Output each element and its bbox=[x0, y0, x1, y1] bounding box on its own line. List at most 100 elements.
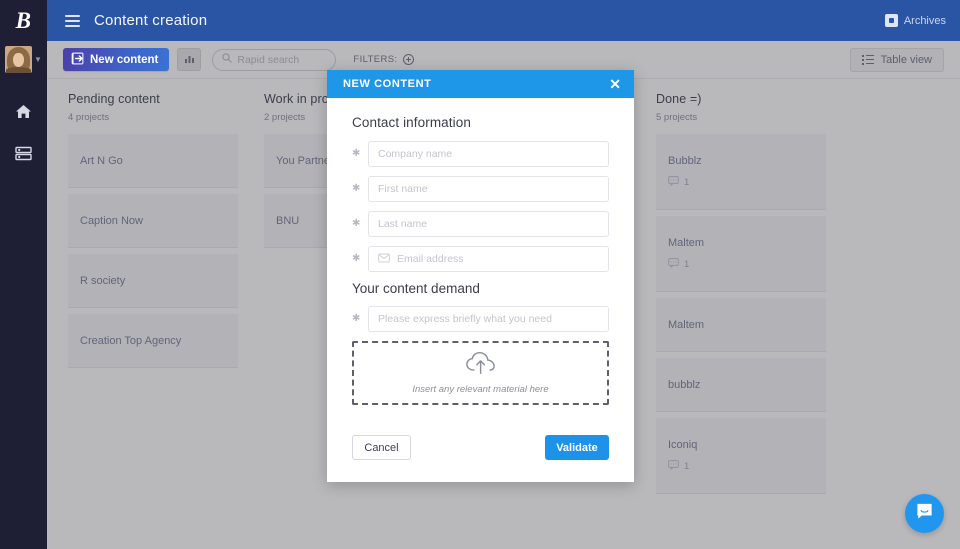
new-content-button[interactable]: New content bbox=[63, 48, 170, 71]
card-comment-count: 1 bbox=[668, 176, 814, 189]
field-row: ✱ Last name bbox=[352, 211, 609, 237]
hamburger-line bbox=[65, 14, 80, 17]
filters-label: FILTERS: bbox=[353, 54, 398, 65]
contact-fields: ✱ Company name ✱ First name ✱ Last name ✱ Email… bbox=[352, 141, 609, 272]
search-icon bbox=[222, 53, 233, 66]
modal-header: NEW CONTENT ✕ bbox=[327, 70, 634, 98]
board-column: Done =) 5 projects Bubblz 1 Maltem 1 Maltem bub… bbox=[635, 79, 831, 549]
search-input[interactable]: Rapid search bbox=[212, 48, 337, 71]
board-card[interactable]: Maltem 1 bbox=[656, 216, 826, 292]
home-icon bbox=[15, 104, 32, 119]
contact-section-title: Contact information bbox=[352, 115, 471, 130]
text-input[interactable]: Email address bbox=[368, 246, 609, 272]
required-marker: ✱ bbox=[352, 148, 361, 159]
field-row: ✱ Company name bbox=[352, 141, 609, 167]
comment-count-label: 1 bbox=[684, 259, 690, 270]
card-title: Maltem bbox=[668, 319, 705, 331]
input-placeholder: First name bbox=[378, 183, 428, 195]
modal-body: Contact information ✱ Company name ✱ First … bbox=[327, 98, 634, 411]
board-card[interactable]: Creation Top Agency bbox=[68, 314, 238, 368]
intercom-launcher[interactable] bbox=[905, 494, 944, 533]
chart-view-button[interactable] bbox=[177, 48, 202, 71]
new-content-label: New content bbox=[90, 53, 159, 66]
app-logo[interactable]: B bbox=[0, 6, 47, 36]
text-input[interactable]: Company name bbox=[368, 141, 609, 167]
close-icon[interactable]: ✕ bbox=[606, 75, 624, 93]
board-card[interactable]: Bubblz 1 bbox=[656, 134, 826, 210]
card-title: bubblz bbox=[668, 379, 701, 391]
required-marker: ✱ bbox=[352, 218, 361, 229]
demand-field-row: ✱ Please express briefly what you need bbox=[352, 306, 609, 332]
validate-button[interactable]: Validate bbox=[545, 435, 609, 460]
avatar[interactable] bbox=[5, 46, 33, 73]
demand-input[interactable]: Please express briefly what you need bbox=[368, 306, 609, 332]
dropzone-label: Insert any relevant material here bbox=[412, 384, 549, 395]
card-comment-count: 1 bbox=[668, 460, 814, 473]
board-card[interactable]: Caption Now bbox=[68, 194, 238, 248]
left-sidebar: B ▼ bbox=[0, 0, 47, 549]
cloud-upload-icon bbox=[465, 351, 497, 380]
column-count: 5 projects bbox=[656, 112, 698, 123]
column-count: 4 projects bbox=[68, 112, 110, 123]
chat-bubble-icon bbox=[915, 502, 934, 526]
chevron-down-icon[interactable]: ▼ bbox=[34, 55, 42, 64]
input-placeholder: Company name bbox=[378, 148, 453, 160]
demand-section-title: Your content demand bbox=[352, 281, 480, 296]
envelope-icon bbox=[378, 253, 390, 266]
file-dropzone[interactable]: Insert any relevant material here bbox=[352, 341, 609, 405]
list-view-icon bbox=[861, 54, 874, 65]
modal-title: NEW CONTENT bbox=[343, 78, 432, 90]
text-input[interactable]: First name bbox=[368, 176, 609, 202]
card-title: Maltem bbox=[668, 237, 705, 249]
card-title: Creation Top Agency bbox=[80, 335, 182, 347]
hamburger-line bbox=[65, 19, 80, 22]
card-list: Bubblz 1 Maltem 1 Maltem bubblz Iconiq 1 bbox=[656, 134, 831, 494]
bar-chart-icon bbox=[184, 51, 195, 69]
demand-placeholder: Please express briefly what you need bbox=[378, 313, 552, 325]
plus-circle-icon[interactable] bbox=[402, 54, 414, 65]
board-card[interactable]: Iconiq 1 bbox=[656, 418, 826, 494]
required-marker: ✱ bbox=[352, 313, 361, 324]
avatar-face bbox=[13, 53, 25, 67]
board-card[interactable]: bubblz bbox=[656, 358, 826, 412]
comment-icon bbox=[668, 258, 679, 271]
card-title: Caption Now bbox=[80, 215, 143, 227]
sidebar-item-home[interactable] bbox=[0, 101, 47, 121]
new-content-modal: NEW CONTENT ✕ Contact information ✱ Compa… bbox=[327, 70, 634, 482]
required-marker: ✱ bbox=[352, 253, 361, 264]
text-input[interactable]: Last name bbox=[368, 211, 609, 237]
column-title: Pending content bbox=[68, 92, 160, 106]
board-card[interactable]: R society bbox=[68, 254, 238, 308]
board-card[interactable]: Maltem bbox=[656, 298, 826, 352]
cancel-button[interactable]: Cancel bbox=[352, 435, 411, 460]
card-title: Iconiq bbox=[668, 439, 698, 451]
hamburger-icon[interactable] bbox=[65, 14, 80, 27]
card-title: Art N Go bbox=[80, 155, 123, 167]
column-title: Done =) bbox=[656, 92, 702, 106]
sidebar-nav bbox=[0, 101, 47, 163]
table-view-button[interactable]: Table view bbox=[849, 47, 944, 72]
comment-icon bbox=[668, 460, 679, 473]
filters-control[interactable]: FILTERS: bbox=[353, 54, 414, 65]
avatar-shoulder bbox=[6, 67, 32, 73]
comment-icon bbox=[668, 176, 679, 189]
card-list: Art N Go Caption Now R society Creation Top… bbox=[68, 134, 243, 368]
search-placeholder: Rapid search bbox=[237, 53, 300, 66]
field-row: ✱ First name bbox=[352, 176, 609, 202]
modal-footer: Cancel Validate bbox=[327, 435, 634, 482]
card-title: R society bbox=[80, 275, 126, 287]
app-root: B ▼ Content creation Archives New conten… bbox=[0, 0, 960, 549]
board-column: Pending content 4 projects Art N Go Caption… bbox=[47, 79, 243, 549]
card-title: Bubblz bbox=[668, 155, 702, 167]
avatar-menu[interactable]: ▼ bbox=[5, 46, 42, 73]
page-title: Content creation bbox=[94, 12, 208, 29]
board-card[interactable]: Art N Go bbox=[68, 134, 238, 188]
list-icon bbox=[15, 146, 32, 161]
required-marker: ✱ bbox=[352, 183, 361, 194]
table-view-label: Table view bbox=[880, 53, 932, 66]
sidebar-item-projects[interactable] bbox=[0, 143, 47, 163]
archives-link[interactable]: Archives bbox=[884, 14, 946, 27]
enter-arrow-icon bbox=[71, 52, 84, 68]
hamburger-line bbox=[65, 24, 80, 27]
field-row: ✱ Email address bbox=[352, 246, 609, 272]
